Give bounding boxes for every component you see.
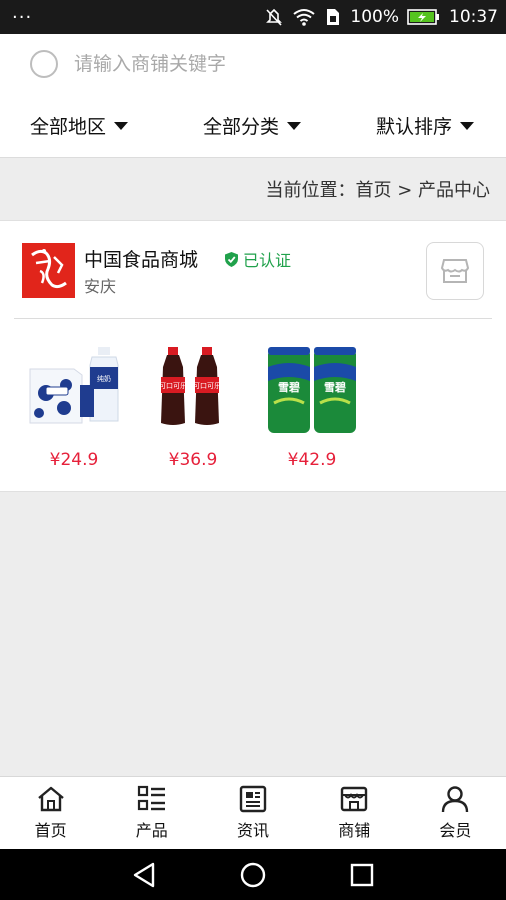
battery-percent: 100% — [350, 7, 399, 27]
product-price: ¥42.9 — [287, 450, 337, 470]
caret-down-icon — [114, 121, 129, 130]
shop-icon — [440, 259, 470, 283]
tab-news-label: 资讯 — [237, 821, 270, 840]
breadcrumb-text: 当前位置：首页 > 产品中心 — [265, 180, 490, 201]
home-icon — [37, 786, 64, 812]
bottom-tab-bar: 首页 产品 资讯 商铺 会员 — [0, 776, 506, 849]
store-city: 安庆 — [84, 277, 117, 296]
breadcrumb: 当前位置：首页 > 产品中心 — [0, 159, 506, 219]
tab-home-label: 首页 — [34, 821, 67, 840]
tab-news[interactable]: 资讯 — [202, 777, 303, 849]
svg-text:纯奶: 纯奶 — [97, 374, 111, 383]
filter-sort[interactable]: 默认排序 — [376, 112, 474, 139]
tab-shops-label: 商铺 — [338, 821, 371, 840]
clock: 10:37 — [449, 7, 498, 27]
mute-icon — [266, 8, 283, 26]
caret-down-icon — [287, 121, 301, 130]
svg-text:雪碧: 雪碧 — [324, 380, 346, 394]
tab-member[interactable]: 会员 — [405, 777, 506, 849]
list-icon — [137, 785, 165, 811]
search-input[interactable] — [74, 53, 454, 75]
svg-text:雪碧: 雪碧 — [278, 380, 300, 394]
status-bar: ··· 100% 10:37 — [0, 0, 506, 34]
filter-category[interactable]: 全部分类 — [203, 112, 301, 139]
filter-region-label: 全部地区 — [30, 116, 107, 138]
product-item[interactable]: 纯奶 ¥24.9 — [24, 333, 134, 470]
sprite-cans-image[interactable]: 雪碧 雪碧 — [262, 333, 362, 433]
store-header: 中国食品商城 已认证 安庆 — [14, 221, 492, 319]
filter-sort-label: 默认排序 — [375, 116, 452, 138]
tab-products-label: 产品 — [135, 821, 168, 840]
svg-text:可口可乐: 可口可乐 — [159, 381, 187, 390]
store-card[interactable]: 中国食品商城 已认证 安庆 纯奶 ¥24.9 可口可乐 可口可乐 ¥36.9 雪… — [0, 220, 506, 492]
product-item[interactable]: 可口可乐 可口可乐 ¥36.9 — [143, 333, 253, 470]
tab-home[interactable]: 首页 — [0, 777, 101, 849]
store-name[interactable]: 中国食品商城 — [84, 245, 198, 272]
verified-badge: 已认证 — [224, 247, 291, 271]
sim-icon — [327, 9, 340, 25]
filter-bar: 全部地区 全部分类 默认排序 — [0, 94, 506, 158]
tab-member-label: 会员 — [439, 821, 472, 840]
store-logo — [22, 243, 75, 298]
verified-label: 已认证 — [243, 251, 292, 270]
milk-box-image[interactable]: 纯奶 — [24, 333, 124, 433]
filter-category-label: 全部分类 — [202, 116, 279, 138]
tab-products[interactable]: 产品 — [101, 777, 202, 849]
recents-icon[interactable] — [349, 862, 375, 888]
product-list: 纯奶 ¥24.9 可口可乐 可口可乐 ¥36.9 雪碧 雪碧 ¥42.9 — [14, 333, 492, 483]
shield-check-icon — [225, 251, 238, 267]
home-circle-icon[interactable] — [239, 861, 267, 889]
user-icon — [442, 786, 469, 813]
search-bar — [0, 34, 506, 94]
product-price: ¥36.9 — [168, 450, 218, 470]
cola-bottles-image[interactable]: 可口可乐 可口可乐 — [143, 333, 243, 433]
product-item[interactable]: 雪碧 雪碧 ¥42.9 — [262, 333, 372, 470]
caret-down-icon — [459, 121, 474, 130]
wifi-icon — [293, 9, 316, 26]
product-price: ¥24.9 — [49, 450, 99, 470]
back-icon[interactable] — [131, 861, 157, 889]
search-icon[interactable] — [30, 50, 58, 78]
news-icon — [239, 785, 267, 813]
tab-shops[interactable]: 商铺 — [304, 777, 405, 849]
more-dots-icon: ··· — [12, 6, 33, 28]
shop-icon — [341, 786, 368, 812]
system-nav-bar — [0, 849, 506, 900]
battery-icon — [407, 9, 439, 25]
filter-region[interactable]: 全部地区 — [30, 112, 129, 139]
svg-text:可口可乐: 可口可乐 — [193, 381, 221, 390]
enter-shop-button[interactable] — [426, 242, 484, 300]
